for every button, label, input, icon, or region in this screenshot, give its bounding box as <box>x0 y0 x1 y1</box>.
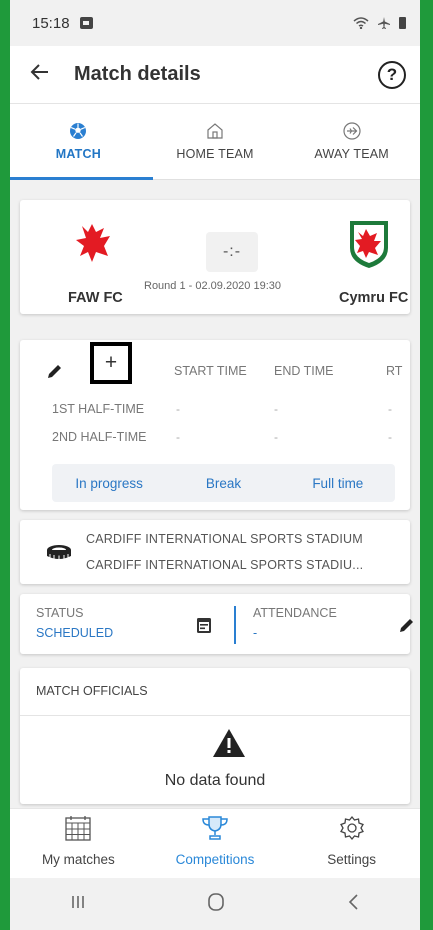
battery-icon <box>399 17 406 29</box>
first-half-start: - <box>176 402 180 416</box>
home-team-name: FAW FC <box>68 290 123 306</box>
warning-icon <box>212 728 246 763</box>
second-half-end: - <box>274 430 278 444</box>
soccer-ball-icon <box>69 122 87 140</box>
attendance-value: - <box>253 626 258 640</box>
tab-label: MATCH <box>55 147 101 161</box>
no-data-message: No data found <box>164 772 266 789</box>
edit-attendance-pencil-icon[interactable] <box>398 616 416 639</box>
airplane-icon <box>378 17 390 29</box>
status-icons <box>353 16 406 30</box>
nav-settings[interactable]: Settings <box>283 809 420 878</box>
second-half-start: - <box>176 430 180 444</box>
system-navigation-bar <box>10 878 420 930</box>
first-half-end: - <box>274 402 278 416</box>
back-arrow-icon[interactable] <box>30 62 60 88</box>
wifi-icon <box>353 17 369 29</box>
status-time: 15:18 <box>32 14 70 32</box>
add-time-button[interactable]: + <box>90 342 132 384</box>
round-info: Round 1 - 02.09.2020 19:30 <box>144 280 282 292</box>
break-button[interactable]: Break <box>166 476 280 491</box>
status-value: SCHEDULED <box>36 626 114 640</box>
system-back-icon[interactable] <box>346 893 360 916</box>
tab-label: AWAY TEAM <box>314 147 389 161</box>
full-time-button[interactable]: Full time <box>281 476 395 491</box>
column-header-start-time: START TIME <box>174 364 247 378</box>
status-label: STATUS <box>36 606 84 620</box>
nav-competitions[interactable]: Competitions <box>147 809 284 878</box>
app-frame: 15:18 Match details ? MATCH HOME TEAM AW… <box>10 0 420 930</box>
calendar-icon[interactable] <box>196 616 212 639</box>
trophy-icon <box>200 815 230 846</box>
page-title: Match details <box>74 63 201 85</box>
tab-bar: MATCH HOME TEAM AWAY TEAM <box>10 104 420 180</box>
stadium-address: CARDIFF INTERNATIONAL SPORTS STADIU... <box>86 558 364 572</box>
app-bar: Match details ? <box>10 46 420 104</box>
nav-label: My matches <box>41 852 115 867</box>
tab-away-team[interactable]: AWAY TEAM <box>283 104 420 179</box>
home-button-icon[interactable] <box>206 892 226 917</box>
edit-pencil-icon[interactable] <box>46 362 64 385</box>
column-header-rt: RT <box>386 364 403 378</box>
active-tab-indicator <box>10 177 153 180</box>
match-state-buttons: In progress Break Full time <box>52 464 395 502</box>
recent-apps-icon[interactable] <box>70 894 86 915</box>
tab-home-team[interactable]: HOME TEAM <box>147 104 284 179</box>
nav-my-matches[interactable]: My matches <box>10 809 147 878</box>
match-times-card: + START TIME END TIME RT S T 1ST HALF-TI… <box>20 340 410 510</box>
away-team-crest-icon <box>346 218 392 275</box>
calendar-grid-icon <box>64 815 92 846</box>
attendance-label: ATTENDANCE <box>253 606 337 620</box>
home-team-crest-icon <box>74 222 114 269</box>
bottom-navigation: My matches Competitions Settings <box>10 808 420 878</box>
tab-label: HOME TEAM <box>176 147 254 161</box>
gear-icon <box>339 815 365 846</box>
match-card: FAW FC Cymru FC -:- Round 1 - 02.09.2020… <box>20 200 410 314</box>
officials-header: MATCH OFFICIALS <box>20 668 410 716</box>
status-card: STATUS SCHEDULED ATTENDANCE - <box>20 594 413 654</box>
divider <box>234 606 236 644</box>
gallery-notification-icon <box>79 17 93 29</box>
in-progress-button[interactable]: In progress <box>52 476 166 491</box>
nav-label: Settings <box>327 852 377 867</box>
tab-match[interactable]: MATCH <box>10 104 147 179</box>
score-box: -:- <box>206 232 258 272</box>
help-icon[interactable]: ? <box>378 60 406 89</box>
away-team-name: Cymru FC <box>339 290 409 306</box>
plane-icon <box>343 122 361 140</box>
first-half-rt: - <box>388 402 392 416</box>
match-officials-card: MATCH OFFICIALS No data found <box>20 668 410 804</box>
stadium-icon <box>46 544 72 567</box>
nav-label: Competitions <box>175 852 255 867</box>
stadium-card[interactable]: CARDIFF INTERNATIONAL SPORTS STADIUM CAR… <box>20 520 410 584</box>
stadium-name: CARDIFF INTERNATIONAL SPORTS STADIUM <box>86 532 363 546</box>
row-label-first-half: 1ST HALF-TIME <box>52 402 145 416</box>
row-label-second-half: 2ND HALF-TIME <box>52 430 147 444</box>
home-icon <box>206 122 224 140</box>
second-half-rt: - <box>388 430 392 444</box>
column-header-end-time: END TIME <box>274 364 334 378</box>
status-bar: 15:18 <box>10 0 420 46</box>
